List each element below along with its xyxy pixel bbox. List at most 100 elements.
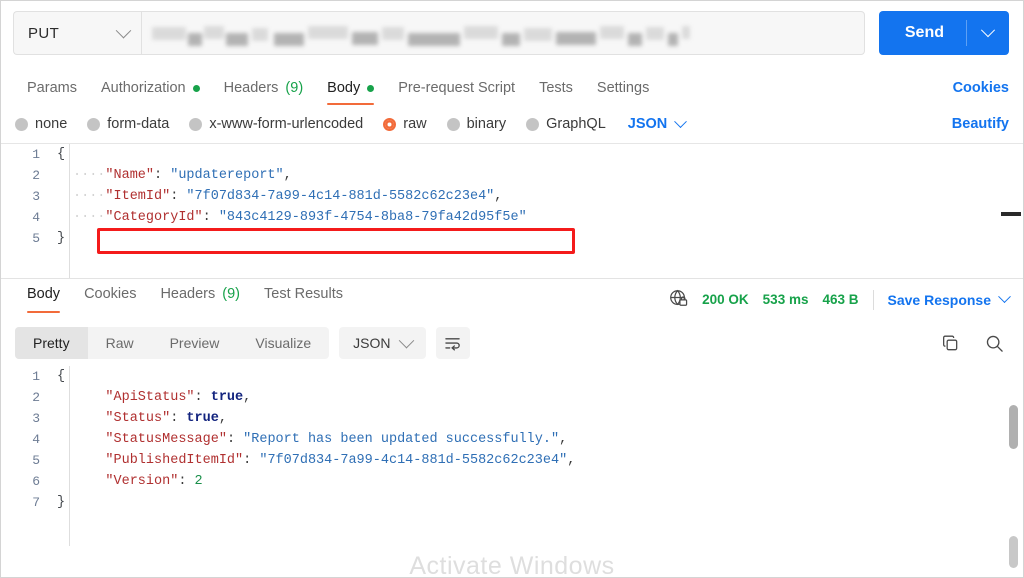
radio-icon <box>526 117 540 131</box>
view-mode-raw[interactable]: Raw <box>88 327 152 359</box>
send-button[interactable]: Send <box>878 11 1009 55</box>
json-comma: , <box>283 168 292 183</box>
code-line: 3 ····"ItemId": "7f07d834-7a99-4c14-881d… <box>1 186 1023 207</box>
tab-label: Body <box>27 286 61 302</box>
body-type-binary[interactable]: binary <box>446 116 507 132</box>
search-icon[interactable] <box>979 328 1009 358</box>
response-tab-body[interactable]: Body <box>15 286 72 313</box>
response-format-dropdown[interactable]: JSON <box>339 327 426 359</box>
line-number: 5 <box>32 453 40 468</box>
tab-headers[interactable]: Headers (9) <box>212 80 316 105</box>
radio-icon <box>87 117 101 131</box>
response-format-label: JSON <box>353 335 391 351</box>
network-secure-icon[interactable] <box>669 289 688 311</box>
json-colon: : <box>154 168 171 183</box>
word-wrap-button[interactable] <box>435 327 470 359</box>
tab-label: Params <box>27 80 77 96</box>
chevron-down-icon <box>980 23 996 38</box>
json-key: "Name" <box>105 168 155 183</box>
fold-marker: } <box>56 231 66 246</box>
request-body-editor[interactable]: 1 { 2 ····"Name": "updatereport", 3 ····… <box>1 143 1023 278</box>
json-comma: , <box>559 432 568 447</box>
response-tab-headers[interactable]: Headers (9) <box>148 286 252 313</box>
view-mode-visualize[interactable]: Visualize <box>237 327 329 359</box>
copy-icon[interactable] <box>935 328 965 358</box>
view-mode-pretty[interactable]: Pretty <box>15 327 88 359</box>
response-body-editor[interactable]: 1 { 2 "ApiStatus": true, 3 "Status": tru… <box>1 366 1023 546</box>
body-type-x-www-form-urlencoded[interactable]: x-www-form-urlencoded <box>189 116 363 132</box>
response-tab-bar: Body Cookies Headers (9) Test Results 20… <box>1 278 1023 320</box>
tab-label: Cookies <box>84 286 137 302</box>
tab-pre-request-script[interactable]: Pre-request Script <box>386 80 527 105</box>
line-number: 2 <box>32 390 40 405</box>
response-format-toolbar: Pretty Raw Preview Visualize JSON <box>1 320 1023 366</box>
line-number: 5 <box>32 231 40 246</box>
line-number: 1 <box>32 147 40 162</box>
radio-icon <box>15 117 28 131</box>
response-tab-cookies[interactable]: Cookies <box>72 286 148 313</box>
tab-params[interactable]: Params <box>15 80 89 105</box>
indent-dots: ···· <box>73 210 106 225</box>
json-colon: : <box>243 453 260 468</box>
postman-request-response-pane: PUT Send Params Authorization Headers (9… <box>0 0 1024 578</box>
status-code: 200 OK <box>702 292 749 307</box>
cookies-link[interactable]: Cookies <box>953 80 1009 105</box>
response-view-mode-group: Pretty Raw Preview Visualize <box>15 327 330 359</box>
code-line: 5 } <box>1 228 1023 249</box>
response-time: 533 ms <box>762 292 809 307</box>
http-method-label: PUT <box>28 24 60 42</box>
line-number: 4 <box>32 432 40 447</box>
chevron-down-icon <box>115 22 132 38</box>
radio-icon <box>189 117 203 131</box>
tab-authorization[interactable]: Authorization <box>89 80 212 105</box>
tab-body[interactable]: Body <box>315 80 386 105</box>
tab-label: Settings <box>596 80 650 96</box>
body-type-label: raw <box>403 116 427 132</box>
json-key: "Status" <box>105 411 171 426</box>
body-type-label: none <box>35 116 68 132</box>
json-value: true <box>210 390 244 405</box>
code-line: 4 "StatusMessage": "Report has been upda… <box>1 429 1023 450</box>
code-text: ····"CategoryId": "843c4129-893f-4754-8b… <box>69 210 527 225</box>
json-colon: : <box>170 411 187 426</box>
headers-count: (9) <box>285 80 304 96</box>
request-format-dropdown[interactable]: JSON <box>628 114 688 132</box>
body-type-raw[interactable]: raw <box>383 116 427 132</box>
body-type-graphql[interactable]: GraphQL <box>526 116 606 132</box>
code-text: "Status": true, <box>69 411 227 426</box>
json-comma: , <box>243 390 252 405</box>
body-type-none[interactable]: none <box>15 116 67 132</box>
response-tab-test-results[interactable]: Test Results <box>252 286 355 313</box>
json-colon: : <box>178 474 195 489</box>
line-number: 1 <box>32 369 40 384</box>
chevron-down-icon <box>398 332 414 348</box>
json-comma: , <box>494 189 503 204</box>
code-text: "StatusMessage": "Report has been update… <box>69 432 567 447</box>
json-key: "PublishedItemId" <box>105 453 244 468</box>
response-scrollbar-thumb[interactable] <box>1009 405 1018 449</box>
response-scrollbar-thumb-lower[interactable] <box>1009 536 1018 568</box>
send-button-label: Send <box>904 24 944 41</box>
url-input[interactable] <box>141 11 865 55</box>
url-bar: PUT Send <box>1 1 1023 65</box>
json-colon: : <box>202 210 219 225</box>
code-line-highlighted: 4 ····"CategoryId": "843c4129-893f-4754-… <box>1 207 1023 228</box>
beautify-button[interactable]: Beautify <box>952 116 1009 132</box>
view-mode-preview[interactable]: Preview <box>152 327 238 359</box>
code-text: ····"Name": "updatereport", <box>69 168 292 183</box>
json-colon: : <box>194 390 211 405</box>
body-type-label: binary <box>466 116 507 132</box>
editor-scrollbar-thumb[interactable] <box>1001 212 1021 216</box>
json-value: "7f07d834-7a99-4c14-881d-5582c62c23e4" <box>259 453 568 468</box>
divider <box>872 289 874 310</box>
url-blurred-value <box>152 25 690 46</box>
http-method-dropdown[interactable]: PUT <box>13 11 141 55</box>
save-response-button[interactable]: Save Response <box>888 290 1011 308</box>
tab-label: Headers <box>160 286 216 302</box>
send-options-dropdown[interactable] <box>967 23 1009 38</box>
body-type-form-data[interactable]: form-data <box>87 116 169 132</box>
tab-settings[interactable]: Settings <box>585 80 661 105</box>
json-value: "Report has been updated successfully." <box>243 432 560 447</box>
code-line: 3 "Status": true, <box>1 408 1023 429</box>
tab-tests[interactable]: Tests <box>527 80 585 105</box>
